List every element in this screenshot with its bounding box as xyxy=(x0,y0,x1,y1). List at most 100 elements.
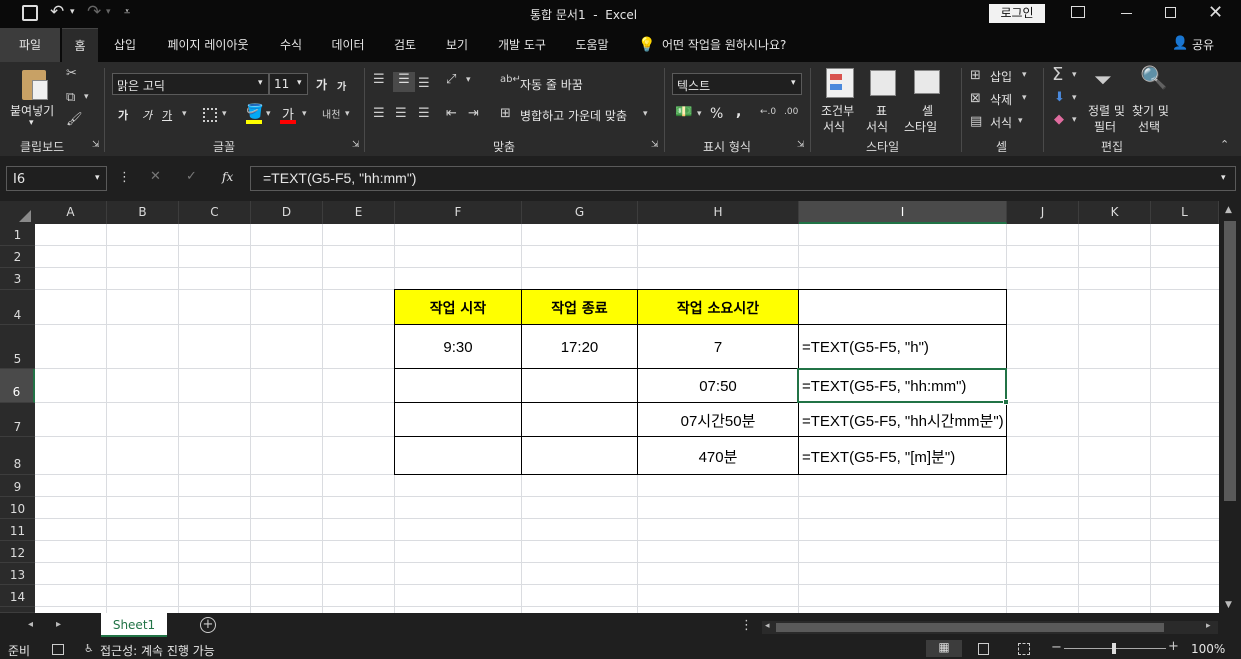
autosum-icon[interactable]: Σ xyxy=(1052,64,1063,85)
merge-center-button[interactable]: 병합하고 가운데 맞춤 xyxy=(520,107,627,124)
cell-h5[interactable]: 7 xyxy=(638,325,798,369)
currency-dropdown-icon[interactable]: ▾ xyxy=(697,109,702,119)
cell-styles-button[interactable]: 셀 스타일 xyxy=(904,66,952,136)
undo-dropdown-icon[interactable]: ▾ xyxy=(70,7,75,17)
column-header-f[interactable]: F xyxy=(395,201,522,224)
close-icon[interactable]: ✕ xyxy=(1208,2,1223,23)
borders-icon[interactable] xyxy=(203,108,217,122)
cell-f5[interactable]: 9:30 xyxy=(395,325,521,369)
next-sheet-icon[interactable]: ▸ xyxy=(56,619,61,630)
tab-insert[interactable]: 삽입 xyxy=(104,28,146,62)
sheet-tab-sheet1[interactable]: Sheet1 xyxy=(101,613,167,637)
accessibility-status[interactable]: 접근성: 계속 진행 가능 xyxy=(100,642,215,659)
insert-cells-button[interactable]: 삽입 xyxy=(990,68,1012,85)
row-header-10[interactable]: 10 xyxy=(0,497,35,519)
cell-h6[interactable]: 07:50 xyxy=(638,369,798,403)
add-sheet-icon[interactable]: + xyxy=(200,617,216,633)
orientation-dropdown-icon[interactable]: ▾ xyxy=(466,75,471,85)
cell-g5[interactable]: 17:20 xyxy=(522,325,637,369)
fill-down-icon[interactable]: ⬇ xyxy=(1054,90,1065,105)
align-left-icon[interactable]: ☰ xyxy=(373,106,385,121)
find-select-button[interactable]: 🔍 찾기 및 선택 xyxy=(1132,66,1176,136)
underline-dropdown-icon[interactable]: ▾ xyxy=(182,109,187,119)
copy-icon[interactable]: ⧉ xyxy=(66,90,75,105)
maximize-icon[interactable] xyxy=(1165,7,1176,18)
row-header-7[interactable]: 7 xyxy=(0,403,35,437)
font-color-dropdown-icon[interactable]: ▾ xyxy=(302,109,307,119)
percent-button[interactable]: % xyxy=(710,106,723,122)
paste-button[interactable]: 붙여넣기 ▾ xyxy=(8,66,60,132)
scroll-up-icon[interactable]: ▲ xyxy=(1225,205,1232,215)
horizontal-scrollbar[interactable]: ◂ ▸ xyxy=(762,621,1218,634)
insert-function-button[interactable]: fx xyxy=(222,170,233,184)
format-dropdown-icon[interactable]: ▾ xyxy=(1018,116,1023,126)
macro-record-icon[interactable] xyxy=(52,644,64,655)
undo-icon[interactable]: ↶ xyxy=(50,2,64,22)
increase-decimal-icon[interactable]: ←.0 xyxy=(760,107,776,117)
column-header-c[interactable]: C xyxy=(179,201,251,224)
cell-h7[interactable]: 07시간50분 xyxy=(638,403,798,437)
wrap-text-button[interactable]: 자동 줄 바꿈 xyxy=(520,76,583,93)
row-header-1[interactable]: 1 xyxy=(0,224,35,246)
row-header-11[interactable]: 11 xyxy=(0,519,35,541)
cell-g4[interactable]: 작업 종료 xyxy=(522,290,637,325)
format-painter-icon[interactable]: 🖌 xyxy=(66,112,83,127)
row-header-9[interactable]: 9 xyxy=(0,475,35,497)
align-right-icon[interactable]: ☰ xyxy=(418,106,430,121)
row-header-5[interactable]: 5 xyxy=(0,325,35,369)
expand-formula-icon[interactable]: ▾ xyxy=(1221,173,1226,183)
insert-cells-icon[interactable]: ⊞ xyxy=(970,68,981,83)
column-header-d[interactable]: D xyxy=(251,201,323,224)
scroll-right-icon[interactable]: ▸ xyxy=(1206,621,1211,631)
row-header-2[interactable]: 2 xyxy=(0,246,35,268)
align-bottom-icon[interactable]: ☰ xyxy=(418,76,430,91)
autosum-dropdown-icon[interactable]: ▾ xyxy=(1072,70,1077,80)
column-header-j[interactable]: J xyxy=(1007,201,1079,224)
cut-icon[interactable]: ✂ xyxy=(66,66,77,81)
underline-button[interactable]: 가 xyxy=(162,107,172,123)
cell-h8[interactable]: 470분 xyxy=(638,437,798,475)
fill-handle[interactable] xyxy=(1003,399,1009,405)
tell-me-search[interactable]: 어떤 작업을 원하시나요? xyxy=(662,28,806,62)
accessibility-icon[interactable]: ♿ xyxy=(84,642,94,655)
align-center-icon[interactable]: ☰ xyxy=(395,106,407,121)
merge-icon[interactable]: ⊞ xyxy=(500,106,511,121)
row-header-4[interactable]: 4 xyxy=(0,290,35,325)
cell-i8[interactable]: =TEXT(G5-F5, "[m]분") xyxy=(802,437,1012,475)
clear-dropdown-icon[interactable]: ▾ xyxy=(1072,115,1077,125)
redo-icon[interactable]: ↷ xyxy=(87,2,101,22)
format-cells-icon[interactable]: ▤ xyxy=(970,114,982,129)
scroll-down-icon[interactable]: ▼ xyxy=(1225,600,1232,610)
fill-dropdown-icon[interactable]: ▾ xyxy=(266,109,271,119)
column-header-e[interactable]: E xyxy=(323,201,395,224)
more-options-icon[interactable]: ⋮ xyxy=(118,170,131,185)
cell-i7[interactable]: =TEXT(G5-F5, "hh시간mm분") xyxy=(802,403,1012,437)
delete-cells-icon[interactable]: ⊠ xyxy=(970,91,981,106)
horizontal-scroll-thumb[interactable] xyxy=(776,623,1164,632)
more-sheets-icon[interactable]: ⋮ xyxy=(740,618,753,633)
format-cells-button[interactable]: 서식 xyxy=(990,114,1012,131)
name-box[interactable]: I6 ▾ xyxy=(6,166,107,191)
tab-home[interactable]: 홈 xyxy=(62,28,98,62)
copy-dropdown-icon[interactable]: ▾ xyxy=(84,92,89,102)
format-as-table-button[interactable]: 표 서식 xyxy=(864,66,900,136)
delete-cells-button[interactable]: 삭제 xyxy=(990,91,1012,108)
delete-dropdown-icon[interactable]: ▾ xyxy=(1022,93,1027,103)
italic-button[interactable]: 가 xyxy=(142,107,152,123)
tab-developer[interactable]: 개발 도구 xyxy=(488,28,556,62)
cell-i4[interactable] xyxy=(799,290,1006,325)
column-header-g[interactable]: G xyxy=(522,201,638,224)
font-name-select[interactable]: 맑은 고딕 ▾ xyxy=(112,73,269,95)
cancel-entry-icon[interactable]: ✕ xyxy=(150,169,161,184)
column-header-b[interactable]: B xyxy=(107,201,179,224)
zoom-in-icon[interactable]: + xyxy=(1168,639,1179,654)
font-size-select[interactable]: 11 ▾ xyxy=(269,73,308,95)
decrease-decimal-icon[interactable]: .00 xyxy=(784,107,798,117)
tab-file[interactable]: 파일 xyxy=(0,28,60,62)
vertical-scroll-thumb[interactable] xyxy=(1224,221,1236,501)
page-layout-view-icon[interactable] xyxy=(978,643,989,655)
column-header-i[interactable]: I xyxy=(799,201,1007,224)
row-header-14[interactable]: 14 xyxy=(0,585,35,607)
cell-f4[interactable]: 작업 시작 xyxy=(395,290,521,325)
page-break-view-icon[interactable] xyxy=(1018,643,1030,655)
